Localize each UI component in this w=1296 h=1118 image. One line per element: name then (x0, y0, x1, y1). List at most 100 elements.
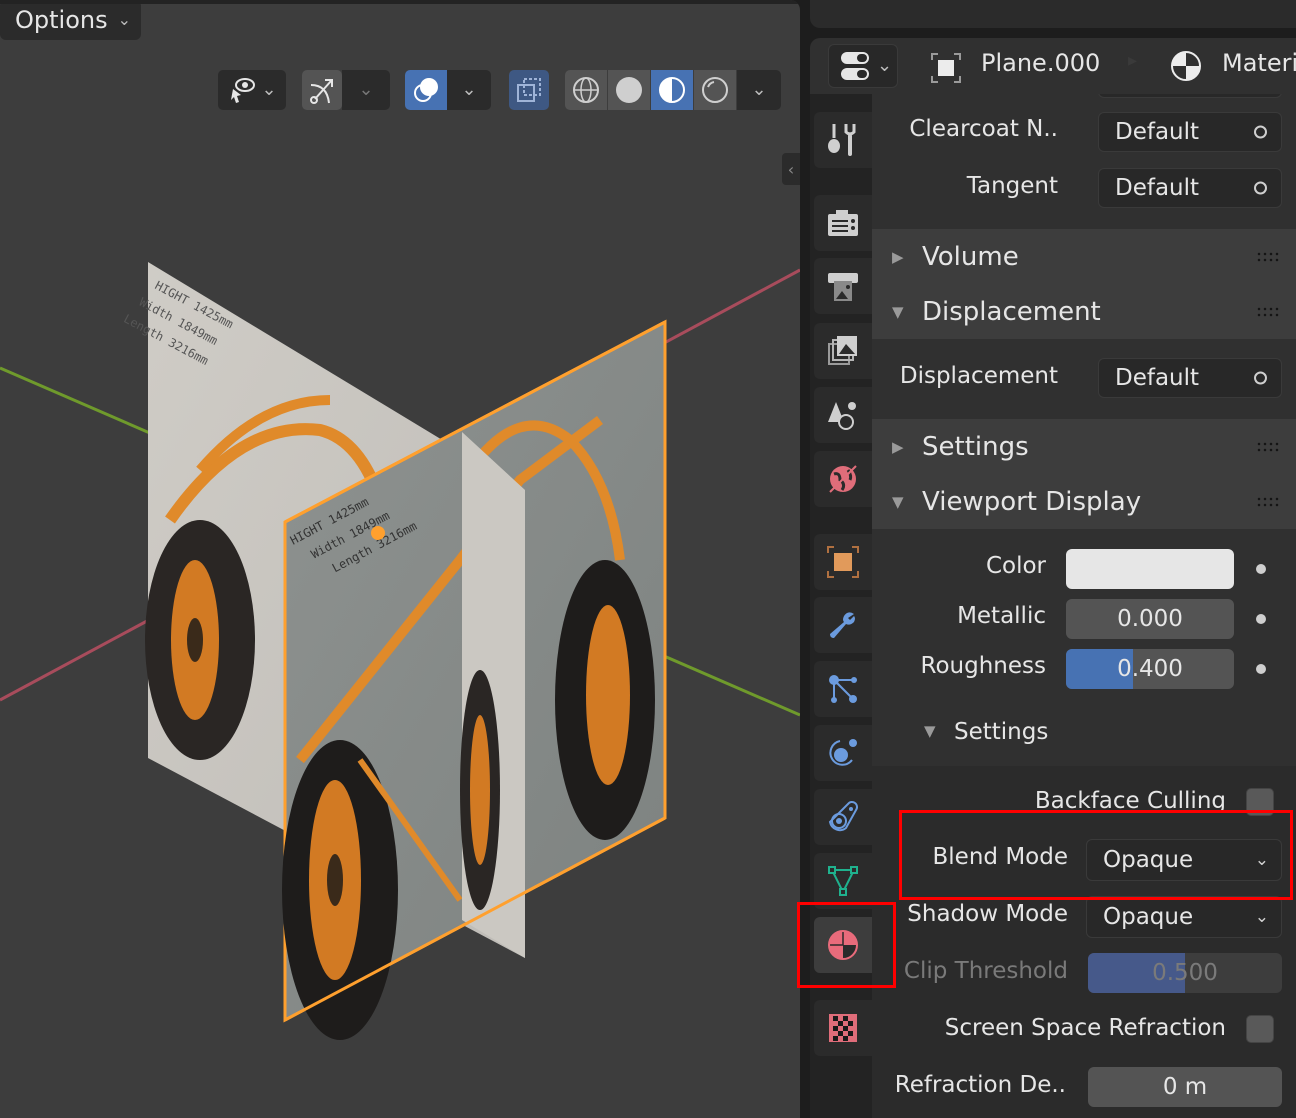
panel-header-viewport-display[interactable]: ▼ Viewport Display (872, 474, 1296, 529)
wireframe-sphere-icon (573, 77, 599, 103)
clip-threshold-slider[interactable]: 0.500 (1088, 953, 1282, 993)
keyframe-dot-icon[interactable] (1256, 564, 1266, 574)
render-camera-icon (828, 210, 858, 236)
shading-dropdown[interactable]: ⌄ (737, 70, 781, 110)
3d-viewport[interactable]: HIGHT 1425mm Width 1849mm Length 3216mm … (0, 0, 800, 1118)
shading-wireframe-button[interactable] (565, 70, 607, 110)
tab-particles[interactable] (814, 661, 872, 717)
shading-material-preview-button[interactable] (651, 70, 693, 110)
viewport-color-swatch[interactable] (1066, 549, 1234, 589)
panel-header-displacement[interactable]: ▼ Displacement (872, 284, 1296, 339)
shadow-mode-dropdown[interactable]: Opaque ⌄ (1086, 896, 1282, 938)
tangent-field[interactable]: Default (1098, 168, 1282, 208)
color-label: Color (985, 553, 1046, 579)
wrench-icon (830, 612, 855, 638)
properties-top-strip (810, 0, 1296, 28)
object-origin-dot[interactable] (371, 526, 385, 540)
chevron-down-icon: ⌄ (1254, 849, 1269, 870)
world-icon (829, 465, 857, 493)
tab-output[interactable] (814, 258, 872, 314)
screen-space-refraction-label: Screen Space Refraction (944, 1015, 1226, 1041)
refraction-depth-field[interactable]: 0 m (1088, 1067, 1282, 1107)
disclosure-triangle-down-icon: ▼ (924, 722, 936, 740)
overlays-dropdown[interactable]: ⌄ (447, 70, 491, 110)
xray-icon (517, 78, 541, 102)
chevron-down-icon: ⌄ (751, 79, 767, 100)
metallic-slider[interactable]: 0.000 (1066, 599, 1234, 639)
shading-solid-button[interactable] (608, 70, 650, 110)
gizmo-toggle-button[interactable] (302, 70, 342, 110)
disclosure-triangle-right-icon: ▶ (892, 247, 904, 266)
disclosure-triangle-down-icon: ▼ (892, 302, 904, 321)
drag-grip-icon[interactable] (1256, 441, 1280, 453)
refraction-depth-value: 0 m (1162, 1074, 1208, 1100)
material-properties-panel[interactable]: Clearcoat N.. Default Tangent Default ▶ … (872, 94, 1296, 1118)
subpanel-header-settings[interactable]: ▼ Settings (872, 710, 1296, 760)
mesh-data-icon (828, 866, 858, 896)
object-icon (931, 53, 961, 83)
chevron-down-icon: ⌄ (358, 79, 374, 100)
shading-rendered-button[interactable] (694, 70, 736, 110)
overlays-toggle-button[interactable] (405, 70, 447, 110)
tab-object[interactable] (814, 534, 872, 590)
material-preview-icon (659, 77, 685, 103)
properties-editor-icon (841, 52, 869, 80)
blend-mode-dropdown[interactable]: Opaque ⌄ (1086, 839, 1282, 881)
metallic-value: 0.000 (1117, 606, 1183, 632)
socket-icon[interactable] (1254, 371, 1267, 385)
partial-field-above[interactable] (1098, 94, 1282, 98)
subpanel-title: Settings (954, 719, 1049, 745)
tab-constraints[interactable] (814, 789, 872, 845)
drag-grip-icon[interactable] (1256, 306, 1280, 318)
tab-data[interactable] (814, 853, 872, 909)
tangent-label: Tangent (966, 173, 1058, 199)
tab-texture[interactable] (814, 1000, 872, 1056)
panel-header-settings[interactable]: ▶ Settings (872, 419, 1296, 474)
tab-physics[interactable] (814, 725, 872, 781)
backface-culling-checkbox[interactable] (1246, 788, 1274, 816)
keyframe-dot-icon[interactable] (1256, 614, 1266, 624)
panel-header-volume[interactable]: ▶ Volume (872, 229, 1296, 284)
tab-scene[interactable] (814, 387, 872, 443)
roughness-slider[interactable]: 0.400 (1066, 649, 1234, 689)
xray-toggle-button[interactable] (509, 70, 549, 110)
constraints-icon (828, 801, 858, 832)
screen-space-refraction-checkbox[interactable] (1246, 1015, 1274, 1043)
socket-icon[interactable] (1254, 181, 1267, 195)
eye-cursor-icon (231, 78, 256, 103)
sidebar-toggle-button[interactable]: ‹ (782, 153, 800, 185)
clearcoat-normal-field[interactable]: Default (1098, 112, 1282, 152)
settings-subpanel-body: Backface Culling Blend Mode Opaque ⌄ Sha… (872, 766, 1296, 1118)
shadow-mode-label: Shadow Mode (907, 901, 1068, 927)
editor-type-dropdown[interactable]: ⌄ (828, 44, 898, 88)
clip-threshold-value: 0.500 (1152, 960, 1218, 986)
socket-icon[interactable] (1254, 125, 1267, 139)
area-divider[interactable] (800, 0, 810, 1118)
keyframe-dot-icon[interactable] (1256, 664, 1266, 674)
displacement-field[interactable]: Default (1098, 358, 1282, 398)
properties-editor: ⌄ Plane.000 ▸ Materi Clearcoat N.. Defau… (800, 0, 1296, 1118)
clearcoat-normal-label: Clearcoat N.. (909, 116, 1058, 142)
output-printer-icon (828, 273, 858, 301)
refraction-depth-label: Refraction De.. (894, 1072, 1066, 1098)
tangent-value: Default (1115, 175, 1200, 201)
chevron-down-icon: ⌄ (261, 79, 277, 100)
displacement-label: Displacement (899, 363, 1058, 389)
clearcoat-normal-value: Default (1115, 119, 1200, 145)
selectability-visibility-button[interactable]: ⌄ (218, 70, 286, 110)
tab-material[interactable] (814, 917, 872, 973)
drag-grip-icon[interactable] (1256, 496, 1280, 508)
tab-modifiers[interactable] (814, 597, 872, 653)
scene-canvas[interactable]: HIGHT 1425mm Width 1849mm Length 3216mm … (0, 0, 800, 1118)
tab-render[interactable] (814, 195, 872, 251)
scene-icon (828, 402, 856, 430)
tab-view-layer[interactable] (814, 323, 872, 379)
tab-tool[interactable] (814, 112, 872, 168)
tab-world[interactable] (814, 451, 872, 507)
panel-title: Settings (922, 431, 1029, 462)
view-layer-icon (828, 336, 857, 365)
car-wheel-overlap (460, 670, 500, 910)
rendered-sphere-icon (702, 77, 728, 103)
drag-grip-icon[interactable] (1256, 251, 1280, 263)
gizmo-dropdown[interactable]: ⌄ (342, 70, 390, 110)
